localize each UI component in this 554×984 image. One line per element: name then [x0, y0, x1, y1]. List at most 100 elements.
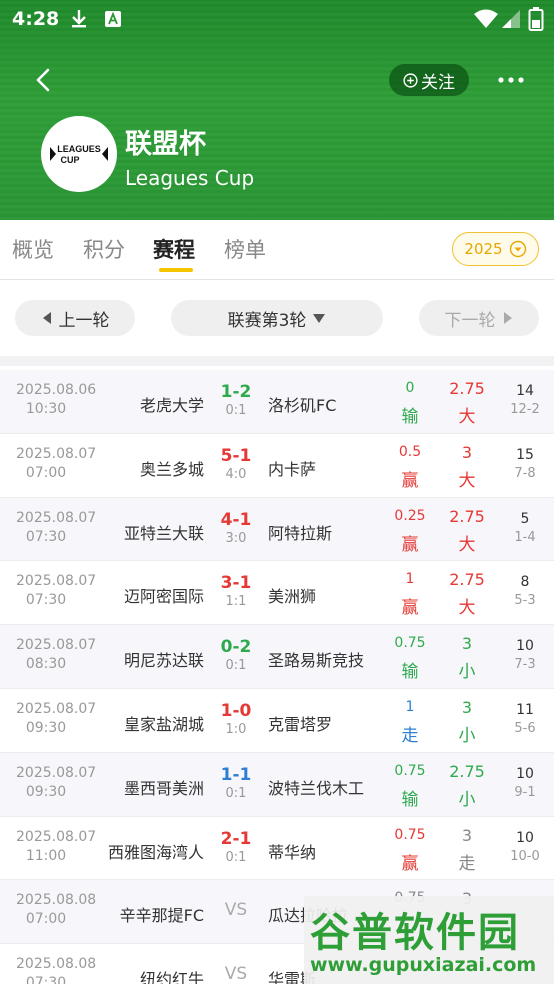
away-team: 内卡萨	[268, 459, 317, 479]
league-logo: LEAGUES CUP	[41, 116, 117, 192]
tab-standings[interactable]: 积分	[83, 234, 125, 264]
match-date: 2025.08.07	[16, 637, 97, 654]
match-time: 10:30	[25, 401, 67, 417]
back-arrow-icon[interactable]	[30, 66, 58, 94]
over-under-result: 大	[458, 534, 476, 555]
match-score: 2-1	[220, 828, 252, 849]
match-score: 0-2	[220, 637, 252, 658]
match-time: 07:30	[25, 528, 67, 545]
match-score: 5-1	[220, 445, 252, 466]
match-score: 1-2	[220, 382, 252, 402]
watermark-text: 谷普软件园	[310, 910, 520, 956]
match-time: 07:30	[25, 975, 67, 984]
match-row[interactable]: 2025.08.06 10:30 老虎大学 1-2 0:1 洛杉矶FC 0 输 2.75 大 14 1…	[0, 370, 554, 434]
league-name: 联盟杯	[125, 129, 206, 160]
round-selector[interactable]: 联赛第3轮	[171, 300, 383, 336]
over-under-value: 3	[461, 442, 473, 462]
prev-round-button[interactable]: 上一轮	[15, 300, 135, 336]
watermark: 谷普软件园 www.gupuxiazai.com	[304, 896, 554, 984]
next-round-label: 下一轮	[444, 310, 496, 331]
half-time-score: 0:1	[225, 403, 247, 418]
league-header: 4:28 关注 LEAGUES CUP 联盟杯 Leagues Cup	[0, 0, 554, 220]
year-selector[interactable]: 2025	[452, 232, 539, 266]
half-time-score: 4:0	[225, 466, 247, 482]
year-label: 2025	[464, 240, 503, 258]
away-team: 美洲狮	[268, 587, 317, 607]
over-under-value: 2.75	[449, 379, 485, 398]
half-time-score: 1:1	[225, 594, 247, 610]
round-navigation: 上一轮 联赛第3轮 下一轮	[0, 280, 554, 356]
match-time: 07:00	[25, 911, 67, 928]
more-options-icon[interactable]	[496, 70, 526, 90]
section-divider	[0, 356, 554, 366]
home-team: 纽约红牛	[139, 970, 204, 984]
handicap-value: 0.25	[394, 507, 426, 524]
league-name-en: Leagues Cup	[125, 166, 255, 190]
over-under-result: 大	[458, 470, 476, 491]
match-row[interactable]: 2025.08.07 07:30 迈阿密国际 3-1 1:1 美洲狮 1 赢 2.75 大 8 5-3	[0, 561, 554, 626]
match-row[interactable]: 2025.08.07 08:30 明尼苏达联 0-2 0:1 圣路易斯竞技 0.75 输 3 小 1…	[0, 625, 554, 689]
match-date: 2025.08.07	[16, 700, 97, 717]
plus-circle-icon	[403, 72, 418, 88]
match-list: 2025.08.06 10:30 老虎大学 1-2 0:1 洛杉矶FC 0 输 2.75 大 14 1…	[0, 370, 554, 984]
tab-schedule[interactable]: 赛程	[153, 234, 195, 264]
handicap-result: 输	[401, 662, 419, 683]
match-time: 07:30	[25, 592, 67, 609]
corner-split: 5-3	[514, 593, 536, 609]
current-round-label: 联赛第3轮	[227, 310, 307, 331]
tab-rankings[interactable]: 榜单	[224, 234, 266, 264]
away-team: 洛杉矶FC	[268, 396, 337, 415]
handicap-result: 赢	[401, 470, 419, 491]
away-team: 波特兰伐木工	[268, 778, 365, 798]
match-date: 2025.08.06	[16, 382, 97, 398]
corner-total: 15	[516, 446, 534, 463]
match-row[interactable]: 2025.08.07 09:30 墨西哥美洲 1-1 0:1 波特兰伐木工 0.75 输 2.7…	[0, 752, 554, 817]
caret-down-icon	[313, 314, 326, 323]
match-row[interactable]: 2025.08.07 09:30 皇家盐湖城 1-0 1:0 克雷塔罗 1 走 3 小 11 5-6	[0, 689, 554, 753]
corner-split: 5-6	[514, 720, 536, 736]
status-time: 4:28	[12, 8, 60, 30]
corner-split: 1-4	[514, 529, 536, 545]
handicap-value: 0.75	[394, 635, 426, 652]
over-under-result: 走	[458, 853, 476, 874]
handicap-result: 赢	[401, 534, 419, 555]
watermark-url: www.gupuxiazai.com	[310, 954, 537, 976]
match-score: 4-1	[220, 509, 252, 530]
corner-split: 12-2	[510, 402, 540, 417]
corner-split: 9-1	[514, 784, 536, 800]
over-under-result: 小	[458, 662, 476, 683]
follow-label: 关注	[421, 72, 455, 93]
match-row[interactable]: 2025.08.07 11:00 西雅图海湾人 2-1 0:1 蒂华纳 0.75 赢 3 走 10 1…	[0, 817, 554, 881]
corner-total: 8	[520, 574, 530, 591]
over-under-result: 大	[458, 407, 476, 427]
corner-total: 14	[516, 383, 534, 399]
away-team: 圣路易斯竞技	[268, 651, 365, 671]
match-score: 1-0	[220, 700, 252, 721]
next-round-button[interactable]: 下一轮	[419, 300, 539, 336]
active-tab-indicator	[159, 268, 193, 272]
handicap-result: 走	[401, 725, 419, 746]
away-team: 蒂华纳	[268, 842, 317, 862]
match-row[interactable]: 2025.08.07 07:30 亚特兰大联 4-1 3:0 阿特拉斯 0.25 赢 2.75 大…	[0, 497, 554, 562]
handicap-result: 赢	[401, 598, 419, 619]
match-date: 2025.08.08	[16, 892, 97, 909]
home-team: 老虎大学	[139, 396, 204, 415]
follow-button[interactable]: 关注	[389, 64, 469, 96]
handicap-value: 0.75	[394, 826, 426, 843]
match-time: 08:30	[25, 656, 67, 673]
match-row[interactable]: 2025.08.07 07:00 奥兰多城 5-1 4:0 内卡萨 0.5 赢 3 大 15 7-8	[0, 434, 554, 498]
handicap-value: 0.5	[398, 443, 422, 460]
tab-overview[interactable]: 概览	[12, 234, 54, 264]
leagues-cup-logo-icon: LEAGUES CUP	[50, 144, 108, 165]
corner-total: 10	[516, 638, 534, 655]
over-under-value: 2.75	[449, 570, 485, 590]
wifi-icon	[474, 9, 498, 28]
home-team: 辛辛那提FC	[119, 906, 204, 926]
handicap-result: 输	[401, 407, 419, 427]
half-time-score: 1:0	[225, 721, 247, 737]
match-time: 09:30	[25, 719, 67, 736]
over-under-value: 2.75	[449, 506, 485, 526]
match-date: 2025.08.07	[16, 445, 97, 462]
half-time-score: 0:1	[225, 849, 247, 865]
over-under-value: 3	[461, 697, 473, 717]
